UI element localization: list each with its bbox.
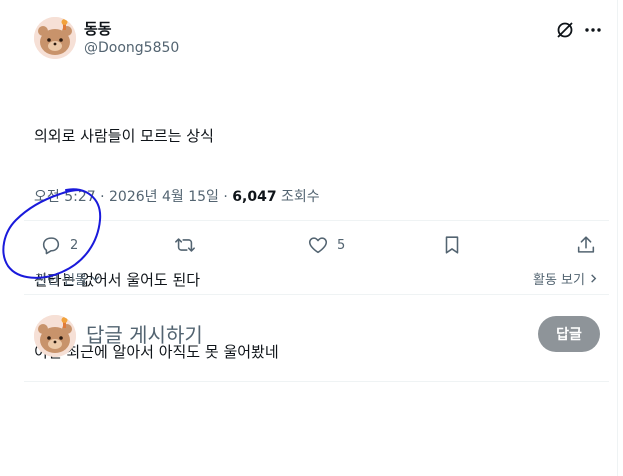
bookmark-button[interactable] [441,233,463,257]
more-icon[interactable] [583,20,603,40]
tweet-date[interactable]: 2026년 4월 15일 [109,189,219,205]
reply-submit-button[interactable]: 답글 [538,316,600,352]
chevron-down-icon [91,276,100,282]
views-count: 6,047 [232,189,277,205]
chevron-right-icon [591,274,597,283]
tweet-line: 의외로 사람들이 모르는 상식 [34,127,214,145]
author-avatar[interactable] [34,17,76,59]
avatar-bear-image [34,17,76,59]
retweet-button[interactable] [174,233,204,257]
retweet-icon [175,238,195,252]
share-icon [577,236,595,253]
reply-button[interactable]: 2 [40,233,78,257]
avatar-bear-image [34,315,76,357]
grok-icon[interactable] [555,20,575,40]
share-button[interactable] [575,233,597,257]
tweet-detail-view: 동동 @Doong5850 의외로 사람들이 모르는 상식 산타는 없어서 울어… [0,0,623,476]
divider-bottom [24,381,609,382]
my-avatar[interactable] [34,315,76,357]
author-handle[interactable]: @Doong5850 [84,40,179,56]
meta-separator: · [100,189,105,205]
like-button[interactable]: 5 [307,233,345,257]
views-label: 조회수 [281,189,320,205]
bookmark-icon [445,236,459,254]
like-icon [308,237,328,254]
tweet-time[interactable]: 오전 5:27 [34,189,96,205]
related-people-toggle[interactable]: 관련 인물 [35,269,101,288]
view-activity-link[interactable]: 활동 보기 [533,269,599,288]
tweet-meta: 오전 5:27 · 2026년 4월 15일 · 6,047 조회수 [34,186,320,206]
reply-count: 2 [70,237,79,253]
divider-top [24,220,609,221]
column-border [617,0,618,476]
meta-separator: · [223,189,228,205]
view-activity-label: 활동 보기 [533,273,585,288]
reply-icon [42,237,60,255]
reply-input[interactable]: 답글 게시하기 [86,319,203,348]
related-people-label: 관련 인물 [35,273,87,288]
like-count: 5 [337,237,346,253]
divider-middle [24,294,609,295]
author-display-name[interactable]: 동동 [84,18,112,39]
